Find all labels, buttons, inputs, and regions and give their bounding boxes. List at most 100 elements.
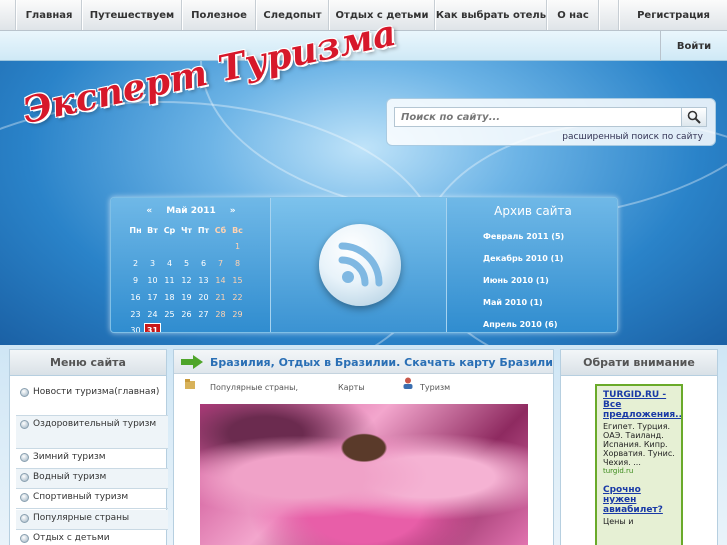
bullet-icon	[20, 493, 29, 502]
calendar-day[interactable]: 6	[195, 256, 212, 272]
calendar-day[interactable]: 30	[127, 323, 144, 332]
ad-text: Египет. Турция. ОАЭ. Таиланд. Испания. К…	[603, 422, 675, 467]
calendar-day[interactable]: 17	[144, 289, 161, 305]
ad-link[interactable]: TURGID.RU - Все предложения...	[603, 390, 681, 420]
widget-row: « Май 2011 » Пн Вт Ср Чт Пт Сб Вс 1 2 3 4 5 6 7 8 9 10 11…	[110, 197, 618, 333]
menu-panel: Меню сайта Новости туризма(главная) Оздо…	[9, 349, 168, 545]
calendar-weekday: Ср	[163, 225, 176, 235]
menu-title: Меню сайта	[10, 350, 166, 376]
menu-item[interactable]: Популярные страны	[16, 510, 168, 530]
archive-title: Архив сайта	[494, 204, 572, 218]
calendar-day[interactable]: 14	[212, 272, 229, 288]
nav-item-useful[interactable]: Полезное	[182, 0, 256, 30]
nav-item-pathfinder[interactable]: Следопыт	[256, 0, 329, 30]
calendar-day[interactable]: 22	[229, 289, 246, 305]
calendar-day[interactable]: 24	[144, 306, 161, 322]
search-button[interactable]	[681, 107, 707, 127]
menu-item-label: Оздоровительный туризм	[33, 419, 157, 429]
rss-panel	[271, 198, 447, 332]
archive-link[interactable]: Июнь 2010 (1)	[483, 276, 549, 285]
calendar-day[interactable]: 15	[229, 272, 246, 288]
menu-item[interactable]: Водный туризм	[16, 469, 168, 489]
calendar-day[interactable]: 10	[144, 272, 161, 288]
bullet-icon	[20, 453, 29, 462]
archive-link[interactable]: Апрель 2010 (6)	[483, 320, 558, 329]
nav-spacer-2	[599, 0, 619, 30]
calendar-day[interactable]: 2	[127, 256, 144, 272]
menu-item-label: Популярные страны	[33, 513, 130, 523]
nav-item-hotel[interactable]: Как выбрать отель	[435, 0, 547, 30]
calendar-day[interactable]: 1	[229, 239, 246, 255]
menu-item-label: Спортивный туризм	[33, 492, 129, 502]
calendar-day[interactable]: 12	[178, 272, 195, 288]
ad-link[interactable]: Срочно нужен авиабилет?	[603, 485, 675, 515]
calendar-day[interactable]: 5	[178, 256, 195, 272]
ad-text: Цены и	[603, 517, 634, 526]
calendar-day[interactable]: 25	[161, 306, 178, 322]
menu-item-label: Зимний туризм	[33, 452, 106, 462]
menu-item-label: Новости туризма(главная)	[33, 387, 160, 397]
calendar-next[interactable]: »	[230, 206, 236, 216]
calendar-day[interactable]: 7	[212, 256, 229, 272]
nav-spacer	[0, 0, 16, 30]
menu-item[interactable]: Спортивный туризм	[16, 489, 168, 509]
calendar-day[interactable]: 13	[195, 272, 212, 288]
article-author: Туризм	[420, 383, 451, 392]
bullet-icon	[20, 473, 29, 482]
archive-link[interactable]: Декабрь 2010 (1)	[483, 254, 563, 263]
bullet-icon	[20, 534, 29, 543]
user-icon	[403, 377, 413, 389]
calendar-day[interactable]: 16	[127, 289, 144, 305]
nav-item-home[interactable]: Главная	[16, 0, 82, 30]
calendar-day[interactable]: 27	[195, 306, 212, 322]
menu-item[interactable]: Отдых с детьми	[16, 530, 168, 545]
arrow-icon	[181, 355, 203, 369]
nav-item-register[interactable]: Регистрация	[619, 0, 727, 30]
archive-link[interactable]: Май 2010 (1)	[483, 298, 543, 307]
search-panel: расширенный поиск по сайту	[386, 98, 716, 146]
calendar-day[interactable]: 18	[161, 289, 178, 305]
calendar-weekday: Пн	[129, 225, 142, 235]
calendar-header: « Май 2011 »	[111, 204, 271, 218]
advanced-search-link[interactable]: расширенный поиск по сайту	[562, 132, 703, 142]
calendar-day[interactable]: 8	[229, 256, 246, 272]
calendar-day[interactable]: 9	[127, 272, 144, 288]
nav-item-travel[interactable]: Путешествуем	[82, 0, 182, 30]
calendar-day[interactable]: 31	[144, 322, 161, 332]
menu-item[interactable]: Оздоровительный туризм	[16, 416, 168, 449]
calendar-weekday: Вс	[232, 225, 243, 235]
calendar-day[interactable]: 20	[195, 289, 212, 305]
search-icon	[687, 110, 701, 124]
menu-item[interactable]: Зимний туризм	[16, 449, 168, 469]
ad-block: TURGID.RU - Все предложения... Египет. Т…	[595, 384, 683, 545]
calendar-day[interactable]: 4	[161, 256, 178, 272]
calendar-day[interactable]: 11	[161, 272, 178, 288]
article-title[interactable]: Бразилия, Отдых в Бразилии. Скачать карт…	[210, 356, 553, 369]
rss-button[interactable]	[319, 224, 401, 306]
article-photo	[200, 404, 528, 545]
calendar-day[interactable]: 26	[178, 306, 195, 322]
menu-item[interactable]: Новости туризма(главная)	[16, 384, 168, 416]
calendar-weekday: Вт	[147, 225, 158, 235]
calendar-day[interactable]: 21	[212, 289, 229, 305]
ad-source[interactable]: turgid.ru	[603, 467, 675, 475]
search-input[interactable]	[394, 107, 682, 127]
archive-link[interactable]: Февраль 2011 (5)	[483, 232, 564, 241]
calendar-prev[interactable]: «	[146, 206, 152, 216]
article-category-2[interactable]: Карты	[338, 383, 365, 392]
calendar-day[interactable]: 29	[229, 306, 246, 322]
folder-icon	[185, 379, 195, 389]
calendar-weekday: Пт	[197, 225, 210, 235]
nav-item-about[interactable]: О нас	[547, 0, 599, 30]
calendar-day[interactable]: 3	[144, 256, 161, 272]
calendar-day[interactable]: 19	[178, 289, 195, 305]
calendar-day[interactable]: 28	[212, 306, 229, 322]
bullet-icon	[20, 514, 29, 523]
menu-item-label: Отдых с детьми	[33, 533, 110, 543]
article-category[interactable]: Популярные страны,	[210, 383, 298, 392]
attention-panel: Обрати внимание TURGID.RU - Все предложе…	[560, 349, 718, 545]
bullet-icon	[20, 388, 29, 397]
calendar-weekday: Сб	[214, 225, 227, 235]
login-link[interactable]: Войти	[660, 31, 727, 61]
calendar-day[interactable]: 23	[127, 306, 144, 322]
